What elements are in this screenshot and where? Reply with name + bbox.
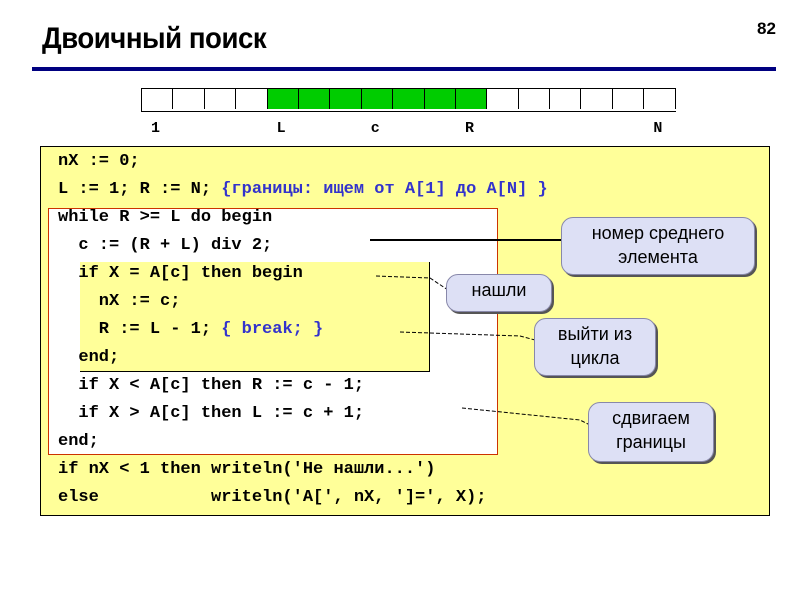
array-cell xyxy=(204,89,237,109)
callout-exit-line1: выйти из xyxy=(557,324,633,344)
array-marker: R xyxy=(465,120,475,137)
array-marker: N xyxy=(653,120,663,137)
array-cell xyxy=(267,89,299,109)
array-cell xyxy=(330,89,362,109)
array-cell xyxy=(393,89,425,109)
array-cell xyxy=(644,89,676,109)
code-line: while R >= L do begin xyxy=(58,208,272,228)
code-text: if nX < 1 then writeln('Не нашли...') xyxy=(58,460,436,479)
callout-exit-line2: цикла xyxy=(570,348,620,368)
callout-found-text: нашли xyxy=(471,280,527,300)
array-cell xyxy=(581,89,613,109)
code-line: L := 1; R := N; {границы: ищем от A[1] д… xyxy=(58,180,548,200)
callout-middle-line2: элемента xyxy=(618,247,698,267)
code-text: if X = A[c] then begin xyxy=(58,264,303,283)
array-cell xyxy=(487,89,519,109)
callout-shift-bounds: сдвигаем границы xyxy=(588,402,714,462)
array-cell xyxy=(518,89,551,109)
code-text: if X < A[c] then R := c - 1; xyxy=(58,376,365,395)
array-cell xyxy=(361,89,394,109)
callout-found: нашли xyxy=(446,274,552,312)
callout-middle-element: номер среднего элемента xyxy=(561,217,755,275)
code-line: c := (R + L) div 2; xyxy=(58,236,272,256)
array-cell xyxy=(612,89,645,109)
array-cell xyxy=(173,89,205,109)
array-cell xyxy=(455,89,488,109)
array-cell xyxy=(550,89,582,109)
code-text: end; xyxy=(58,432,99,451)
array-diagram xyxy=(141,88,676,112)
slide-title: Двоичный поиск xyxy=(42,22,267,55)
page-number: 82 xyxy=(757,19,776,38)
array-cell xyxy=(424,89,456,109)
code-text: c := (R + L) div 2; xyxy=(58,236,273,255)
code-line: if X > A[c] then L := c + 1; xyxy=(58,404,364,424)
code-line: end; xyxy=(58,348,119,368)
code-text: R := L - 1; xyxy=(58,320,222,339)
code-line: if X < A[c] then R := c - 1; xyxy=(58,376,364,396)
code-comment: {границы: ищем от A[1] до A[N] } xyxy=(221,180,548,199)
code-text: end; xyxy=(58,348,120,367)
callout-shift-line2: границы xyxy=(616,432,686,452)
callout-shift-line1: сдвигаем xyxy=(612,408,690,428)
code-line: if X = A[c] then begin xyxy=(58,264,303,284)
array-cell xyxy=(298,89,331,109)
code-line: nX := 0; xyxy=(58,152,140,172)
array-cell xyxy=(236,89,268,109)
callout-middle-line1: номер среднего xyxy=(591,223,725,243)
code-text: while R >= L do begin xyxy=(58,208,273,227)
array-marker: c xyxy=(370,120,380,137)
code-comment: { break; } xyxy=(221,320,324,339)
array-marker: L xyxy=(276,120,286,137)
array-cell xyxy=(142,89,174,109)
title-rule xyxy=(32,67,776,71)
code-text: else writeln('A[', nX, ']=', X); xyxy=(58,488,487,507)
code-line: nX := c; xyxy=(58,292,181,312)
code-text: if X > A[c] then L := c + 1; xyxy=(58,404,365,423)
code-line: R := L - 1; { break; } xyxy=(58,320,323,340)
code-text: L := 1; R := N; xyxy=(58,180,222,199)
code-text: nX := 0; xyxy=(58,152,140,171)
code-line: if nX < 1 then writeln('Не нашли...') xyxy=(58,460,435,480)
array-marker: 1 xyxy=(151,120,161,137)
code-line: end; xyxy=(58,432,99,452)
callout-exit-loop: выйти из цикла xyxy=(534,318,656,376)
code-line: else writeln('A[', nX, ']=', X); xyxy=(58,488,486,508)
code-text: nX := c; xyxy=(58,292,181,311)
